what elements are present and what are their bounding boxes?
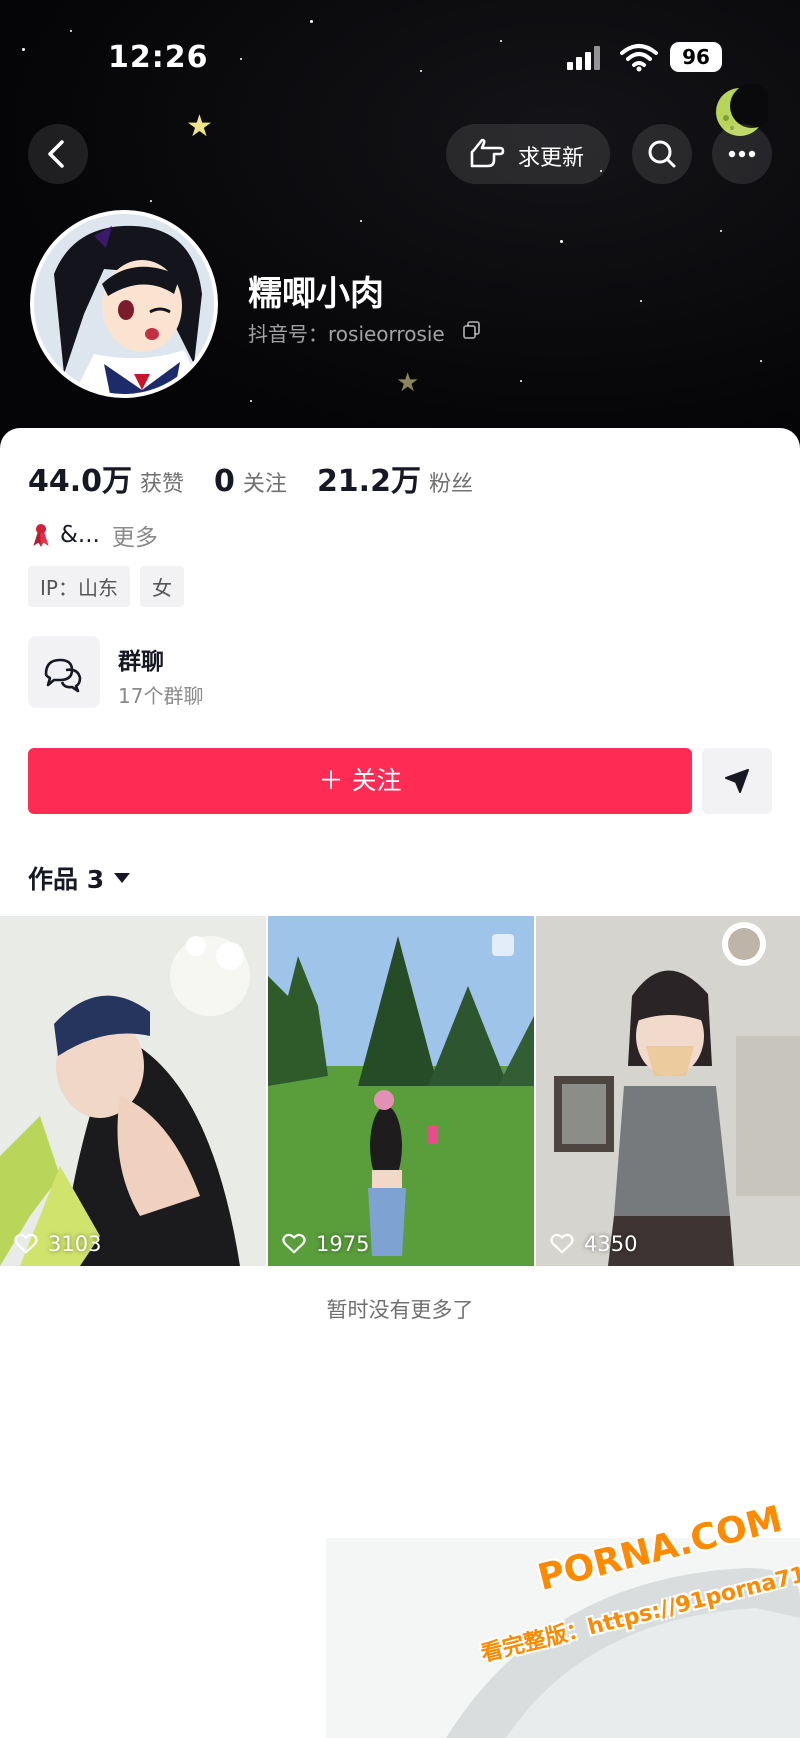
star-dot bbox=[310, 20, 313, 23]
caret-down-icon bbox=[114, 873, 131, 883]
bio: &... 更多 bbox=[30, 518, 158, 552]
chevron-left-icon bbox=[48, 140, 64, 168]
star-icon: ★ bbox=[186, 109, 213, 144]
status-bar: 12:26 96 bbox=[0, 30, 800, 86]
video-likes: 4350 bbox=[550, 1232, 637, 1256]
heart-outline-icon bbox=[282, 1233, 306, 1254]
search-button[interactable] bbox=[632, 124, 692, 184]
video-tile[interactable]: 1975 bbox=[268, 916, 534, 1266]
more-options-button[interactable] bbox=[712, 124, 772, 184]
star-dot bbox=[640, 300, 642, 302]
likes-label: 获赞 bbox=[140, 472, 185, 497]
heart-outline-icon bbox=[550, 1233, 574, 1254]
profile-tags: IP：山东 女 bbox=[28, 566, 184, 607]
status-time: 12:26 bbox=[108, 40, 209, 75]
group-chat-title: 群聊 bbox=[118, 649, 164, 675]
chat-bubbles-icon bbox=[44, 658, 82, 693]
request-update-label: 求更新 bbox=[518, 146, 585, 171]
video-likes-count: 1975 bbox=[316, 1232, 370, 1256]
anime-avatar-image bbox=[34, 214, 214, 394]
ip-location-tag: IP：山东 bbox=[28, 566, 130, 607]
video-likes-count: 4350 bbox=[584, 1232, 638, 1256]
group-chat-entry[interactable]: 群聊 17个群聊 bbox=[28, 636, 448, 712]
star-dot bbox=[720, 230, 722, 232]
pointing-hand-icon bbox=[470, 138, 505, 168]
gender-tag: 女 bbox=[139, 566, 184, 607]
works-tab[interactable]: 作品 3 bbox=[28, 860, 131, 896]
share-button[interactable] bbox=[702, 748, 772, 814]
video-likes-count: 3103 bbox=[48, 1232, 102, 1256]
follow-button[interactable]: ＋ 关注 bbox=[28, 748, 692, 814]
battery-indicator: 96 bbox=[670, 42, 722, 72]
signal-icon bbox=[567, 46, 607, 70]
video-likes: 1975 bbox=[282, 1232, 369, 1256]
star-dot bbox=[560, 240, 563, 243]
video-thumbnail bbox=[268, 916, 534, 1266]
profile-header: ★ ★ 12:26 96 求更新 糯唧小肉 抖音号：rosieorrosie bbox=[0, 0, 800, 450]
ribbon-icon bbox=[33, 524, 49, 547]
works-tab-label: 作品 3 bbox=[28, 865, 105, 894]
star-dot bbox=[150, 200, 152, 202]
search-icon bbox=[648, 140, 676, 168]
heart-outline-icon bbox=[14, 1233, 38, 1254]
following-count[interactable]: 0 bbox=[214, 464, 235, 499]
followers-label[interactable]: 粉丝 bbox=[429, 466, 473, 498]
wifi-icon bbox=[620, 44, 658, 72]
followers-count[interactable]: 21.2万 bbox=[317, 456, 421, 500]
avatar[interactable] bbox=[30, 210, 218, 398]
bio-text: &... bbox=[60, 522, 100, 548]
video-thumbnail bbox=[536, 916, 800, 1266]
star-dot bbox=[360, 220, 362, 222]
video-tile[interactable]: 3103 bbox=[0, 916, 266, 1266]
video-likes: 3103 bbox=[14, 1232, 101, 1256]
send-arrow-icon bbox=[725, 769, 749, 793]
douyin-id: 抖音号：rosieorrosie bbox=[248, 322, 445, 346]
star-dot bbox=[250, 400, 252, 402]
video-tile[interactable]: 4350 bbox=[536, 916, 800, 1266]
star-dot bbox=[520, 380, 522, 382]
more-dots-icon bbox=[728, 150, 756, 158]
request-update-button[interactable]: 求更新 bbox=[446, 124, 610, 184]
group-chat-icon-box bbox=[28, 636, 100, 708]
stats-row: 44.0万 获赞 0 关注 21.2万 粉丝 bbox=[28, 456, 503, 499]
back-button[interactable] bbox=[28, 124, 88, 184]
likes-count: 44.0万 bbox=[28, 464, 133, 499]
copy-icon[interactable] bbox=[462, 320, 482, 340]
video-thumbnail bbox=[0, 916, 266, 1266]
following-label[interactable]: 关注 bbox=[243, 466, 287, 498]
star-icon: ★ bbox=[396, 368, 420, 398]
group-chat-count: 17个群聊 bbox=[118, 684, 204, 708]
video-grid: 3103 1975 4350 bbox=[0, 916, 800, 1266]
profile-username: 糯唧小肉 bbox=[248, 274, 384, 314]
end-of-list-text: 暂时没有更多了 bbox=[326, 1298, 474, 1322]
star-dot bbox=[760, 360, 762, 362]
bio-more-link[interactable]: 更多 bbox=[112, 518, 158, 552]
